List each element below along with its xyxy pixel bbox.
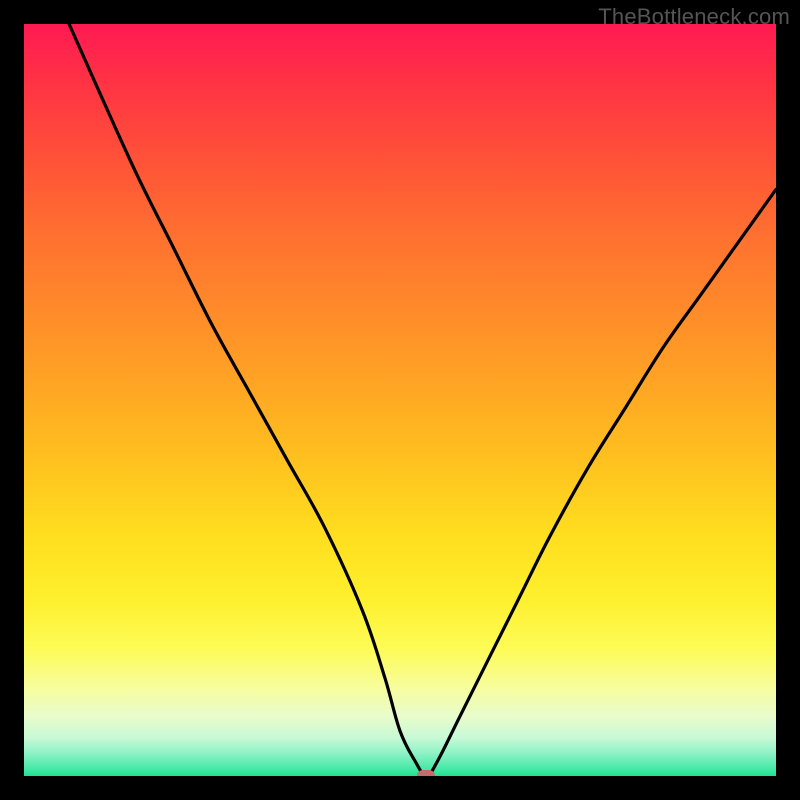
minimum-marker: [417, 770, 435, 776]
chart-frame: TheBottleneck.com: [0, 0, 800, 800]
bottleneck-curve: [24, 24, 776, 776]
plot-area: [24, 24, 776, 776]
watermark-text: TheBottleneck.com: [598, 4, 790, 30]
